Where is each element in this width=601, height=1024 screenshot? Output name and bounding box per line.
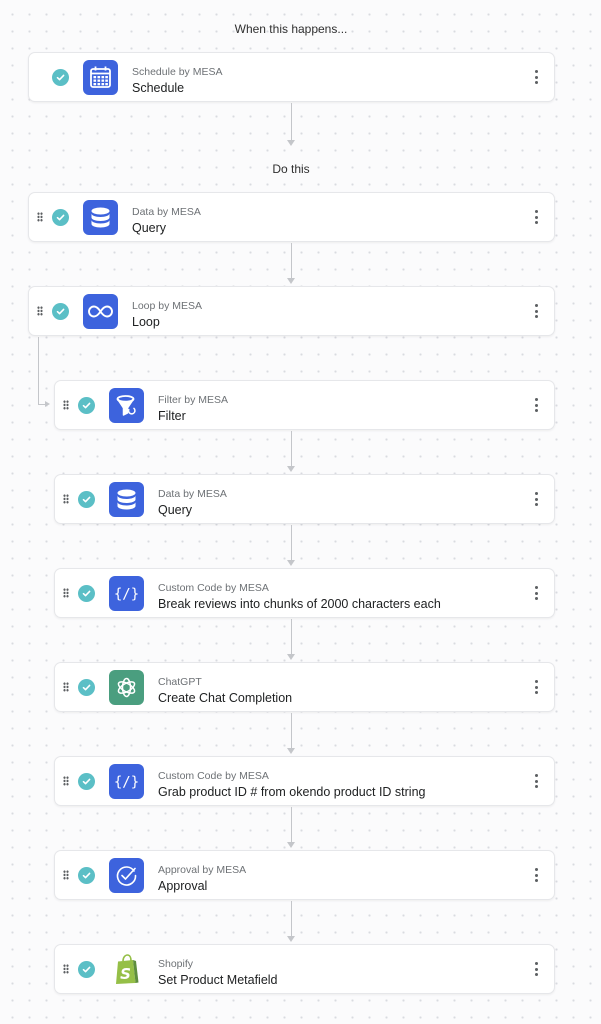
- drag-handle-icon[interactable]: [63, 870, 69, 880]
- more-options-icon[interactable]: [534, 680, 538, 696]
- check-icon: [78, 773, 95, 790]
- check-icon: [78, 491, 95, 508]
- step-card-schedule[interactable]: Schedule by MESA Schedule: [28, 52, 555, 102]
- step-name: Approval: [158, 879, 208, 893]
- database-icon: [83, 200, 118, 235]
- arrow-down-icon: [287, 560, 295, 566]
- more-options-icon[interactable]: [534, 210, 538, 226]
- code-icon: {/}: [109, 576, 144, 611]
- step-name: Break reviews into chunks of 2000 charac…: [158, 597, 441, 611]
- connector-line: [291, 525, 292, 560]
- drag-handle-icon[interactable]: [63, 682, 69, 692]
- calendar-icon: [83, 60, 118, 95]
- more-options-icon[interactable]: [534, 774, 538, 790]
- step-card-query-2[interactable]: Data by MESA Query: [54, 474, 555, 524]
- drag-handle-icon[interactable]: [37, 306, 43, 316]
- check-icon: [78, 585, 95, 602]
- more-options-icon[interactable]: [534, 70, 538, 86]
- drag-handle-icon[interactable]: [37, 212, 43, 222]
- connector-line: [291, 103, 292, 141]
- step-card-shopify[interactable]: S Shopify Set Product Metafield: [54, 944, 555, 994]
- step-card-loop[interactable]: Loop by MESA Loop: [28, 286, 555, 336]
- step-card-custom-code-product-id[interactable]: {/} Custom Code by MESA Grab product ID …: [54, 756, 555, 806]
- check-icon: [52, 209, 69, 226]
- drag-handle-icon[interactable]: [63, 964, 69, 974]
- step-name: Set Product Metafield: [158, 973, 278, 987]
- svg-text:S: S: [120, 965, 131, 983]
- arrow-down-icon: [287, 140, 295, 146]
- step-name: Loop: [132, 315, 160, 329]
- database-icon: [109, 482, 144, 517]
- check-icon: [78, 679, 95, 696]
- step-app-name: Data by MESA: [132, 206, 201, 218]
- step-card-approval[interactable]: Approval by MESA Approval: [54, 850, 555, 900]
- check-icon: [52, 69, 69, 86]
- infinity-icon: [83, 294, 118, 329]
- openai-icon: [109, 670, 144, 705]
- svg-text:{/}: {/}: [114, 587, 139, 603]
- step-name: Query: [158, 503, 193, 517]
- step-app-name: Custom Code by MESA: [158, 582, 269, 594]
- more-options-icon[interactable]: [534, 398, 538, 414]
- more-options-icon[interactable]: [534, 868, 538, 884]
- drag-handle-icon[interactable]: [63, 400, 69, 410]
- funnel-icon: [109, 388, 144, 423]
- connector-line: [291, 243, 292, 278]
- connector-line: [291, 431, 292, 466]
- step-app-name: Custom Code by MESA: [158, 770, 269, 782]
- arrow-down-icon: [287, 466, 295, 472]
- check-icon: [78, 867, 95, 884]
- trigger-section-label: When this happens...: [234, 22, 348, 36]
- arrow-down-icon: [287, 842, 295, 848]
- step-app-name: Shopify: [158, 958, 194, 970]
- more-options-icon[interactable]: [534, 586, 538, 602]
- more-options-icon[interactable]: [534, 304, 538, 320]
- shopify-bag-icon: S: [109, 952, 144, 987]
- actions-section-label: Do this: [272, 162, 310, 176]
- connector-line: [291, 901, 292, 936]
- arrow-down-icon: [287, 748, 295, 754]
- arrow-down-icon: [287, 654, 295, 660]
- connector-line: [291, 807, 292, 842]
- check-icon: [78, 397, 95, 414]
- connector-line: [291, 619, 292, 654]
- more-options-icon[interactable]: [534, 962, 538, 978]
- step-name: Create Chat Completion: [158, 691, 293, 705]
- drag-handle-icon[interactable]: [63, 494, 69, 504]
- step-app-name: Approval by MESA: [158, 864, 247, 876]
- arrow-down-icon: [287, 936, 295, 942]
- more-options-icon[interactable]: [534, 492, 538, 508]
- step-name: Grab product ID # from okendo product ID…: [158, 785, 426, 799]
- step-name: Schedule: [132, 81, 185, 95]
- check-icon: [78, 961, 95, 978]
- step-name: Query: [132, 221, 167, 235]
- step-app-name: Filter by MESA: [158, 394, 229, 406]
- step-card-custom-code-chunks[interactable]: {/} Custom Code by MESA Break reviews in…: [54, 568, 555, 618]
- step-card-query[interactable]: Data by MESA Query: [28, 192, 555, 242]
- drag-handle-icon[interactable]: [63, 776, 69, 786]
- arrow-right-icon: [45, 401, 50, 407]
- connector-line: [291, 713, 292, 748]
- drag-handle-icon[interactable]: [63, 588, 69, 598]
- step-app-name: Loop by MESA: [132, 300, 203, 312]
- approval-icon: [109, 858, 144, 893]
- step-card-chatgpt[interactable]: ChatGPT Create Chat Completion: [54, 662, 555, 712]
- arrow-down-icon: [287, 278, 295, 284]
- step-app-name: ChatGPT: [158, 676, 202, 688]
- check-icon: [52, 303, 69, 320]
- loop-branch-line: [38, 337, 39, 405]
- step-app-name: Schedule by MESA: [132, 66, 223, 78]
- step-card-filter[interactable]: Filter by MESA Filter: [54, 380, 555, 430]
- step-app-name: Data by MESA: [158, 488, 227, 500]
- step-name: Filter: [158, 409, 186, 423]
- code-icon: {/}: [109, 764, 144, 799]
- svg-text:{/}: {/}: [114, 775, 139, 791]
